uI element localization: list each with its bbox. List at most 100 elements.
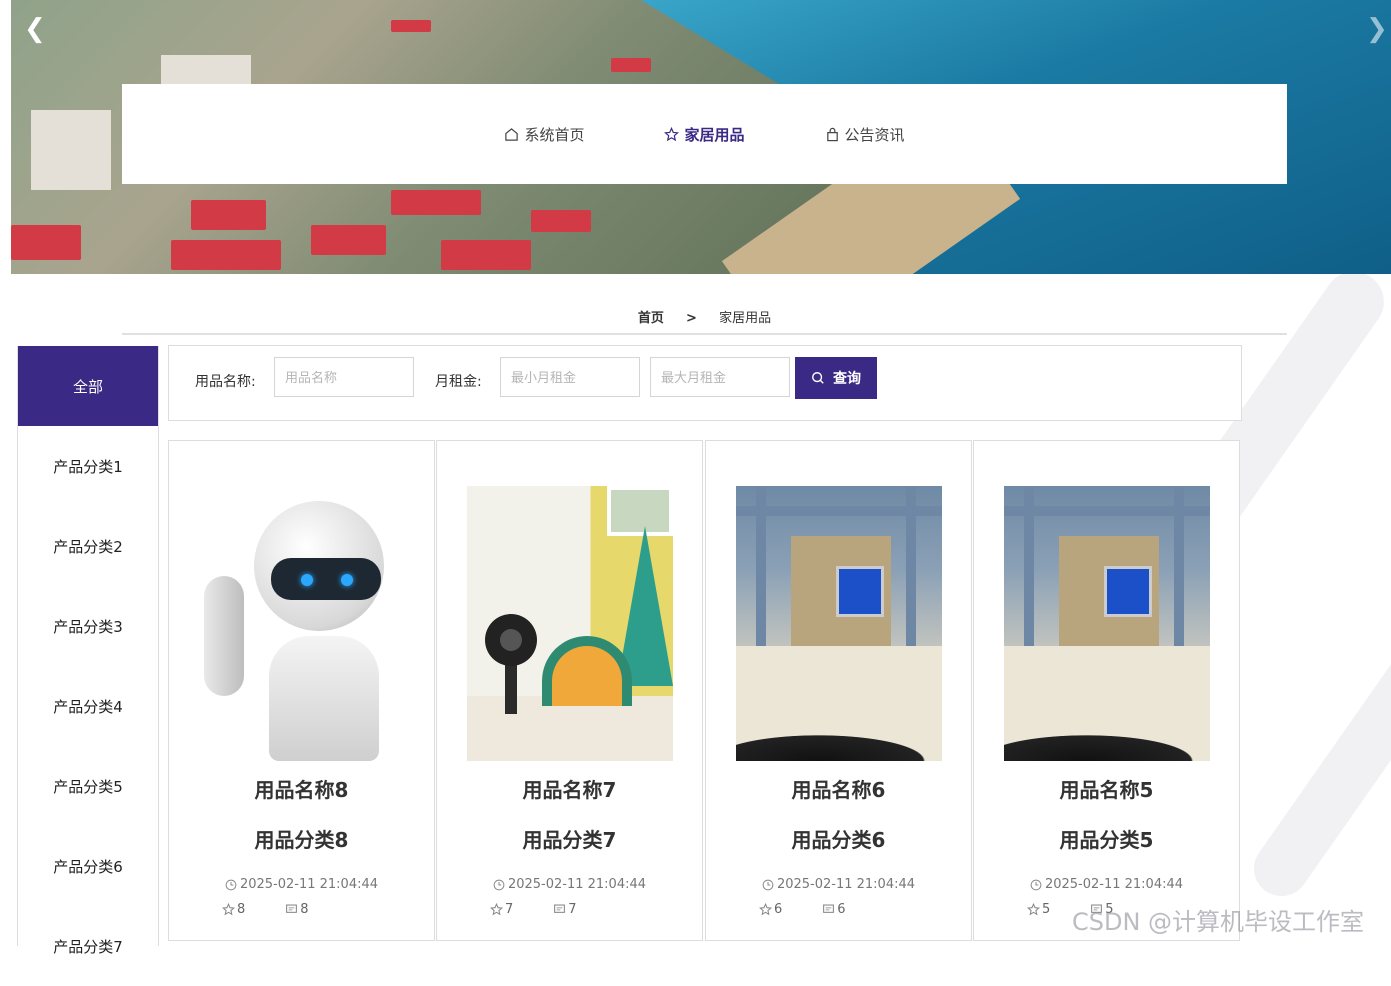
breadcrumb-separator: > (686, 311, 697, 326)
product-image-robot[interactable] (199, 486, 405, 761)
house-shadow (1004, 731, 1210, 761)
like-count-value: 7 (505, 902, 514, 917)
product-image-house-model[interactable] (736, 486, 942, 761)
product-name[interactable]: 用品名称6 (706, 774, 971, 803)
comment-icon (286, 904, 298, 913)
product-card[interactable]: 用品名称8 用品分类8 2025-02-11 21:04:44 8 8 (168, 440, 435, 941)
sidebar-item-all[interactable]: 全部 (18, 346, 158, 426)
banner-building (31, 110, 111, 190)
banner-roof (611, 58, 651, 72)
nav-item-home-goods[interactable]: 家居用品 (664, 124, 745, 145)
name-input[interactable] (274, 357, 414, 397)
nav-item-news[interactable]: 公告资讯 (825, 124, 905, 145)
carousel-next-icon[interactable]: ❯ (1366, 14, 1388, 44)
sidebar-item-category-1[interactable]: 产品分类1 (18, 426, 158, 506)
star-icon (222, 903, 235, 916)
product-time-value: 2025-02-11 21:04:44 (1044, 877, 1184, 892)
house-wall (1174, 486, 1184, 666)
min-rent-input[interactable] (500, 357, 640, 397)
house-floor (736, 646, 942, 736)
sidebar-item-category-5[interactable]: 产品分类5 (18, 746, 158, 826)
like-count-value: 5 (1042, 902, 1051, 917)
comment-icon (554, 904, 566, 913)
bag-icon (826, 127, 838, 141)
comment-count: 7 (553, 902, 577, 917)
like-count-value: 6 (774, 902, 783, 917)
nav-item-label: 家居用品 (684, 125, 745, 144)
product-time: 2025-02-11 21:04:44 (169, 877, 434, 892)
watermark: CSDN @计算机毕设工作室 (1072, 908, 1365, 936)
max-rent-input[interactable] (650, 357, 790, 397)
camera-stand (505, 664, 517, 714)
main-nav: 系统首页 家居用品 公告资讯 (122, 84, 1287, 184)
product-card[interactable]: 用品名称6 用品分类6 2025-02-11 21:04:44 6 6 (705, 440, 972, 941)
category-sidebar: 全部 产品分类1 产品分类2 产品分类3 产品分类4 产品分类5 产品分类6 产… (17, 346, 159, 956)
robot-arm (204, 576, 244, 696)
banner-roof (191, 200, 266, 230)
carousel-prev-icon[interactable]: ❮ (24, 14, 46, 44)
product-time: 2025-02-11 21:04:44 (974, 877, 1239, 892)
nav-item-label: 公告资讯 (844, 125, 905, 144)
banner-roof (531, 210, 591, 232)
product-category: 用品分类7 (522, 828, 617, 852)
product-image-camera[interactable] (467, 486, 673, 761)
comment-icon (823, 904, 835, 913)
product-name[interactable]: 用品名称8 (169, 774, 434, 803)
banner-roof (391, 190, 481, 215)
product-category: 用品分类8 (254, 828, 349, 852)
product-category: 用品分类6 (791, 828, 886, 852)
product-image-house-model[interactable] (1004, 486, 1210, 761)
house-wall (906, 486, 916, 666)
name-label: 用品名称: (195, 374, 256, 390)
camera-lens (500, 629, 522, 651)
product-card[interactable]: 用品名称7 用品分类7 2025-02-11 21:04:44 7 7 (436, 440, 703, 941)
banner-roof (391, 20, 431, 32)
product-time-value: 2025-02-11 21:04:44 (239, 877, 379, 892)
house-tv (836, 566, 884, 617)
sidebar-item-category-6[interactable]: 产品分类6 (18, 826, 158, 906)
product-time-value: 2025-02-11 21:04:44 (507, 877, 647, 892)
sidebar-item-category-3[interactable]: 产品分类3 (18, 586, 158, 666)
robot-eye (341, 574, 353, 586)
rent-label: 月租金: (435, 374, 482, 390)
search-icon (812, 372, 824, 384)
house-shadow (736, 731, 942, 761)
star-icon (759, 903, 772, 916)
search-button-label: 查询 (833, 371, 861, 387)
product-time: 2025-02-11 21:04:44 (706, 877, 971, 892)
breadcrumb-divider (122, 333, 1287, 335)
product-stats: 8 8 (222, 902, 309, 917)
product-time: 2025-02-11 21:04:44 (437, 877, 702, 892)
robot-body (269, 636, 379, 761)
clock-icon (1030, 879, 1042, 890)
banner-roof (11, 225, 81, 260)
breadcrumb-home[interactable]: 首页 (638, 311, 664, 326)
breadcrumb: 首页 > 家居用品 (122, 307, 1287, 326)
star-icon (490, 903, 503, 916)
comment-count: 8 (285, 902, 309, 917)
sidebar-item-category-2[interactable]: 产品分类2 (18, 506, 158, 586)
product-name[interactable]: 用品名称7 (437, 774, 702, 803)
product-name[interactable]: 用品名称5 (974, 774, 1239, 803)
robot-visor (271, 558, 381, 600)
search-button[interactable]: 查询 (795, 357, 877, 399)
home-icon (505, 127, 519, 141)
sidebar-item-category-7[interactable]: 产品分类7 (18, 906, 158, 986)
clock-icon (225, 879, 237, 890)
comment-count: 6 (822, 902, 846, 917)
sidebar-item-category-4[interactable]: 产品分类4 (18, 666, 158, 746)
banner-roof (171, 240, 281, 270)
nav-item-home[interactable]: 系统首页 (504, 124, 584, 145)
comment-count-value: 6 (837, 902, 846, 917)
product-card[interactable]: 用品名称5 用品分类5 2025-02-11 21:04:44 5 5 (973, 440, 1240, 941)
clock-icon (493, 879, 505, 890)
banner-roof (311, 225, 386, 255)
product-category: 用品分类5 (1059, 828, 1154, 852)
clock-icon (762, 879, 774, 890)
house-tv (1104, 566, 1152, 617)
product-stats: 7 7 (490, 902, 577, 917)
like-count: 8 (222, 902, 245, 917)
product-stats: 6 6 (759, 902, 846, 917)
comment-count-value: 8 (300, 902, 309, 917)
like-count: 7 (490, 902, 513, 917)
